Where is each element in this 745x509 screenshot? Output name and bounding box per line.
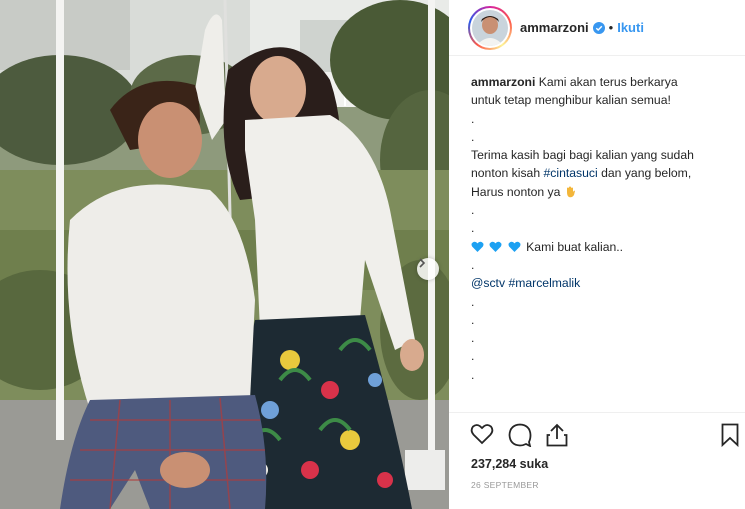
- follow-button[interactable]: Ikuti: [617, 20, 644, 35]
- caption-text: dan yang belom,: [601, 166, 692, 181]
- caption-username[interactable]: ammarzoni: [471, 75, 535, 89]
- save-button[interactable]: [721, 423, 739, 452]
- header-separator: •: [608, 20, 614, 35]
- actions-divider: [449, 412, 745, 413]
- comment-button[interactable]: [508, 423, 532, 452]
- post-photo[interactable]: [0, 0, 449, 509]
- like-count[interactable]: 237,284 suka: [471, 457, 548, 471]
- caption-line: .: [471, 111, 475, 126]
- post-date[interactable]: 26 SEPTEMBER: [471, 480, 539, 490]
- chevron-right-icon: [419, 258, 426, 268]
- comment-bubble-icon: [508, 423, 532, 448]
- caption-line: .: [471, 257, 475, 272]
- verified-badge-icon: [592, 21, 605, 34]
- avatar[interactable]: [468, 5, 512, 50]
- blue-heart-icon: [508, 241, 521, 252]
- caption-line: .: [471, 331, 475, 346]
- blue-heart-icon: [471, 241, 484, 252]
- caption-line: untuk tetap menghibur kalian semua!: [471, 93, 671, 108]
- caption-line: .: [471, 294, 475, 309]
- blue-heart-icon: [489, 241, 502, 252]
- caption-text: Kami buat kalian..: [526, 239, 624, 254]
- caption-line: .: [471, 203, 475, 218]
- mention-link[interactable]: @sctv: [471, 276, 505, 290]
- caption-line: .: [471, 129, 475, 144]
- share-arrow-icon: [546, 423, 568, 447]
- header-username[interactable]: ammarzoni: [520, 20, 589, 35]
- post-caption: ammarzoni Kami akan terus berkarya untuk…: [471, 73, 733, 384]
- caption-line: .: [471, 349, 475, 364]
- caption-line: .: [471, 221, 475, 236]
- share-button[interactable]: [546, 423, 568, 452]
- post-side-panel: ammarzoni • Ikuti ammarzoni Kami akan te…: [449, 0, 745, 509]
- like-button[interactable]: [470, 423, 494, 450]
- caption-line: Kami akan terus berkarya: [538, 75, 678, 89]
- post-actions: [469, 423, 741, 451]
- caption-line: .: [471, 312, 475, 327]
- caption-text: nonton kisah: [471, 166, 541, 181]
- caption-line: Terima kasih bagi bagi kalian yang sudah: [471, 148, 694, 163]
- avatar-image: [472, 9, 508, 46]
- post-header: ammarzoni • Ikuti: [449, 0, 745, 56]
- caption-line: .: [471, 367, 475, 382]
- caption-text: Harus nonton ya: [471, 184, 561, 199]
- hashtag-link[interactable]: #cintasuci: [544, 166, 598, 180]
- photo-illustration: [0, 0, 449, 509]
- bookmark-icon: [721, 423, 739, 448]
- heart-outline-icon: [470, 424, 494, 445]
- carousel-next-button[interactable]: [417, 258, 439, 280]
- hashtag-link[interactable]: #marcelmalik: [508, 276, 580, 290]
- waving-hand-emoji-icon: [566, 186, 575, 198]
